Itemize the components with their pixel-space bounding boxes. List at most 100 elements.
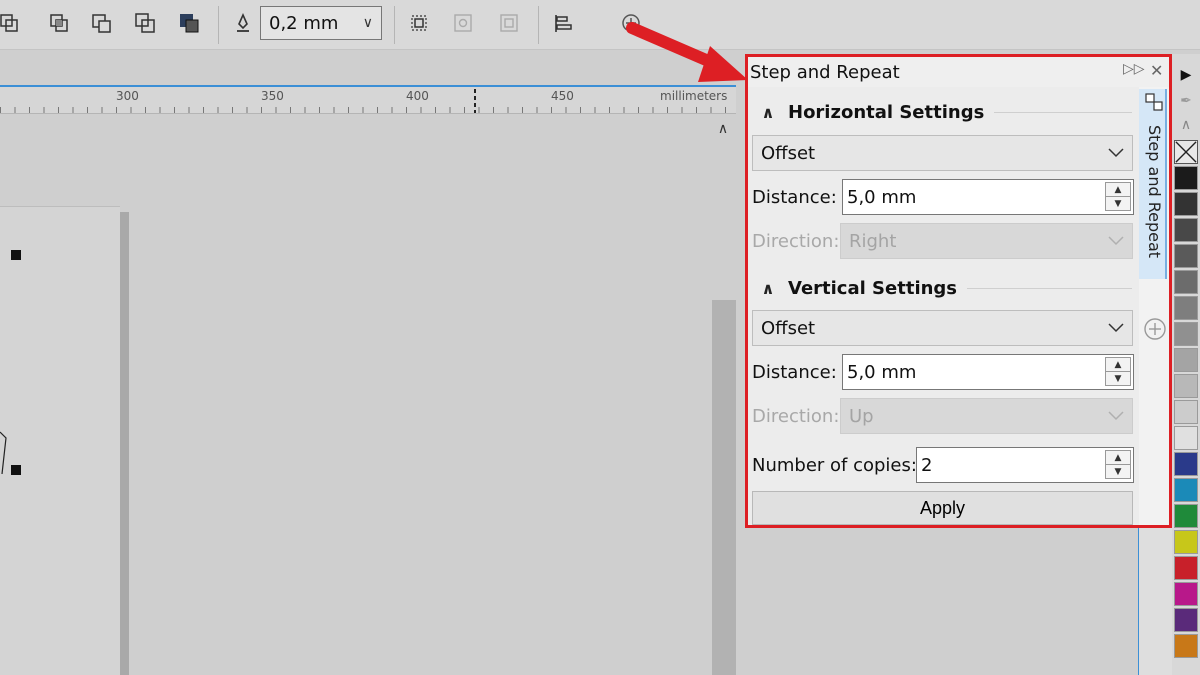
color-swatch[interactable]	[1174, 582, 1198, 606]
add-docker-icon[interactable]	[1143, 317, 1167, 341]
color-swatch[interactable]	[1174, 348, 1198, 372]
canvas-scroll-area[interactable]	[712, 300, 736, 675]
docker-body: ∧ Horizontal Settings Offset Distance: 5…	[748, 87, 1138, 525]
horizontal-mode-value: Offset	[761, 142, 816, 164]
palette-scroll-up-icon[interactable]: ∧	[1172, 112, 1200, 138]
no-color-swatch[interactable]	[1174, 140, 1198, 164]
red-arrow-icon	[626, 22, 748, 82]
outline-width-select[interactable]: 0,2 mm ∨	[260, 6, 382, 40]
close-icon[interactable]: ✕	[1150, 61, 1163, 80]
copies-label: Number of copies:	[752, 454, 917, 476]
color-swatch[interactable]	[1174, 608, 1198, 632]
outline-pen-icon[interactable]	[228, 8, 258, 38]
horizontal-distance-input[interactable]: 5,0 mm ▲ ▼	[842, 179, 1134, 215]
collapse-section-icon[interactable]: ∧	[748, 279, 788, 298]
copies-input[interactable]: 2 ▲ ▼	[916, 447, 1134, 483]
section-divider	[967, 287, 1132, 289]
vertical-distance-stepper[interactable]: ▲ ▼	[1105, 357, 1131, 386]
color-palette: ▶ ✒ ∧	[1172, 54, 1200, 675]
collapse-docker-icon[interactable]: ▷▷	[1123, 61, 1145, 77]
weld-icon[interactable]	[44, 8, 74, 38]
horizontal-distance-value: 5,0 mm	[847, 186, 917, 208]
color-swatch[interactable]	[1174, 270, 1198, 294]
horizontal-direction-select[interactable]: Right	[840, 223, 1133, 259]
docker-tab-strip: Step and Repeat	[1139, 87, 1169, 525]
combine-icon[interactable]	[0, 8, 24, 38]
chevron-down-icon	[1108, 323, 1124, 333]
chevron-down-icon: ∨	[362, 15, 373, 31]
step-down-icon[interactable]: ▼	[1105, 372, 1131, 386]
color-swatch[interactable]	[1174, 634, 1198, 658]
ruler-tick-label: 300	[116, 89, 139, 103]
apply-button[interactable]: Apply	[752, 491, 1133, 525]
color-swatch[interactable]	[1174, 296, 1198, 320]
chevron-down-icon	[1108, 411, 1124, 421]
color-swatch[interactable]	[1174, 374, 1198, 398]
horizontal-mode-select[interactable]: Offset	[752, 135, 1133, 171]
step-down-icon[interactable]: ▼	[1105, 197, 1131, 211]
trim-icon[interactable]	[86, 8, 116, 38]
vertical-direction-value: Up	[849, 405, 874, 427]
toolbar-separator	[218, 6, 219, 44]
copies-stepper[interactable]: ▲ ▼	[1105, 450, 1131, 479]
color-swatch[interactable]	[1174, 192, 1198, 216]
docker-title: Step and Repeat	[750, 61, 900, 83]
color-swatch[interactable]	[1174, 504, 1198, 528]
step-up-icon[interactable]: ▲	[1105, 357, 1131, 372]
vertical-distance-label: Distance:	[752, 361, 837, 383]
collapse-section-icon[interactable]: ∧	[748, 103, 788, 122]
ruler-unit-label: millimeters	[660, 89, 728, 103]
canvas-shape-outline	[0, 431, 7, 474]
simplify-icon[interactable]	[174, 8, 204, 38]
ungroup-icon[interactable]	[448, 8, 478, 38]
group-icon[interactable]	[404, 8, 434, 38]
vertical-direction-select[interactable]: Up	[840, 398, 1133, 434]
scroll-up-icon[interactable]: ∧	[712, 118, 734, 140]
step-up-icon[interactable]: ▲	[1105, 450, 1131, 465]
ruler-cursor-marker	[474, 89, 476, 113]
vertical-direction-label: Direction:	[752, 405, 840, 427]
palette-flyout-icon[interactable]: ▶	[1172, 62, 1200, 88]
eyedropper-icon[interactable]: ✒	[1172, 88, 1200, 114]
intersect-icon[interactable]	[130, 8, 160, 38]
ruler-tick-label: 400	[406, 89, 429, 103]
chevron-down-icon	[1108, 236, 1124, 246]
color-swatch[interactable]	[1174, 530, 1198, 554]
section-divider	[994, 111, 1132, 113]
color-swatch[interactable]	[1174, 426, 1198, 450]
color-swatch[interactable]	[1174, 244, 1198, 268]
color-swatch[interactable]	[1174, 322, 1198, 346]
vertical-distance-value: 5,0 mm	[847, 361, 917, 383]
step-down-icon[interactable]: ▼	[1105, 465, 1131, 479]
page-shadow	[120, 212, 129, 675]
color-swatch[interactable]	[1174, 478, 1198, 502]
ruler-ticks	[0, 107, 736, 113]
drawing-page[interactable]	[0, 206, 120, 675]
horizontal-ruler[interactable]: 300 350 400 450 millimeters	[0, 85, 736, 114]
ungroup-all-icon[interactable]	[494, 8, 524, 38]
vertical-mode-select[interactable]: Offset	[752, 310, 1133, 346]
chevron-down-icon	[1108, 148, 1124, 158]
horizontal-distance-stepper[interactable]: ▲ ▼	[1105, 182, 1131, 211]
color-swatch[interactable]	[1174, 166, 1198, 190]
docker-tab-strip-extension	[1138, 528, 1172, 675]
vertical-mode-value: Offset	[761, 317, 816, 339]
horizontal-settings-header[interactable]: ∧ Horizontal Settings	[748, 97, 1136, 127]
docker-tab-step-and-repeat[interactable]: Step and Repeat	[1139, 89, 1167, 279]
step-up-icon[interactable]: ▲	[1105, 182, 1131, 197]
vertical-distance-input[interactable]: 5,0 mm ▲ ▼	[842, 354, 1134, 390]
step-repeat-icon	[1145, 93, 1163, 111]
horizontal-direction-label: Direction:	[752, 230, 840, 252]
vertical-settings-header[interactable]: ∧ Vertical Settings	[748, 273, 1136, 303]
color-swatch[interactable]	[1174, 218, 1198, 242]
vertical-settings-title: Vertical Settings	[788, 277, 958, 299]
toolbar-separator	[538, 6, 539, 44]
docker-title-bar[interactable]: Step and Repeat ▷▷ ✕	[748, 57, 1169, 87]
color-swatch[interactable]	[1174, 400, 1198, 424]
no-fill-icon	[1175, 141, 1197, 163]
color-swatch[interactable]	[1174, 556, 1198, 580]
align-icon[interactable]	[548, 8, 578, 38]
selection-handle[interactable]	[11, 250, 21, 260]
color-swatch[interactable]	[1174, 452, 1198, 476]
toolbar-separator	[394, 6, 395, 44]
